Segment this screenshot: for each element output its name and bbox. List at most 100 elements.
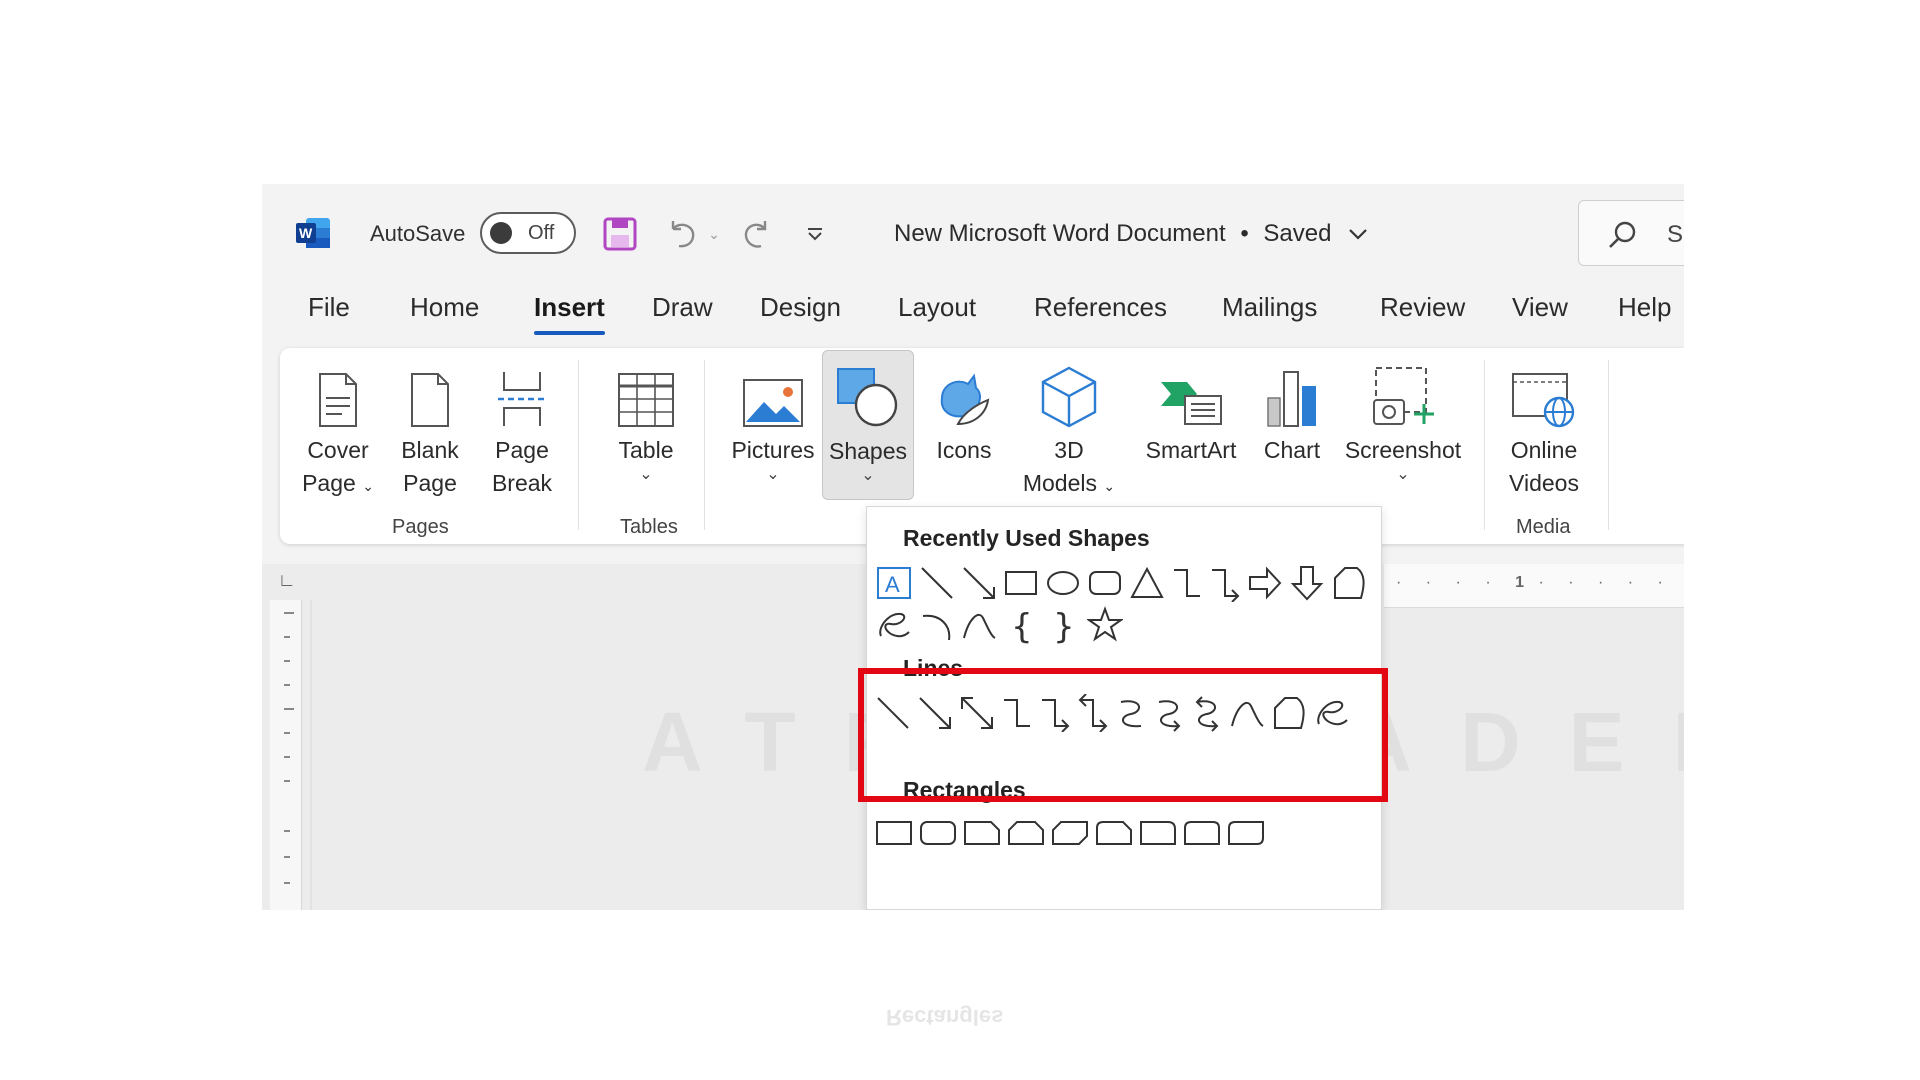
tab-insert[interactable]: Insert bbox=[534, 292, 605, 335]
round-single-corner-icon[interactable] bbox=[1139, 818, 1177, 848]
undo-dropdown-icon[interactable]: ⌄ bbox=[704, 214, 724, 254]
save-status: Saved bbox=[1263, 220, 1332, 247]
arrow-line-icon[interactable] bbox=[961, 564, 997, 602]
pictures-button[interactable]: Pictures ⌄ bbox=[724, 356, 822, 487]
round-diagonal-icon[interactable] bbox=[1227, 818, 1265, 848]
freeform-icon[interactable] bbox=[1331, 564, 1367, 602]
shapes-label: Shapes bbox=[828, 438, 907, 464]
screenshot-button[interactable]: Screenshot ⌄ bbox=[1336, 356, 1470, 487]
rounded-rectangle-icon[interactable] bbox=[1087, 564, 1123, 602]
3d-models-button[interactable]: 3D Models ⌄ bbox=[1014, 356, 1124, 503]
smartart-button[interactable]: SmartArt bbox=[1136, 356, 1246, 467]
group-separator bbox=[1484, 360, 1485, 530]
group-separator bbox=[1608, 360, 1609, 530]
right-brace-icon[interactable]: } bbox=[1045, 606, 1081, 644]
recent-shapes-row-1: A bbox=[875, 563, 1367, 603]
rounded-rectangle-icon[interactable] bbox=[919, 818, 957, 848]
icons-icon bbox=[926, 356, 1002, 434]
shapes-button[interactable]: Shapes ⌄ bbox=[822, 350, 914, 500]
left-brace-icon[interactable]: { bbox=[1003, 606, 1039, 644]
ruler-tick bbox=[284, 882, 290, 884]
chart-label: Chart bbox=[1263, 437, 1321, 463]
round-same-side-icon[interactable] bbox=[1183, 818, 1221, 848]
page-break-button[interactable]: Page Break bbox=[484, 356, 560, 500]
recent-shapes-heading: Recently Used Shapes bbox=[903, 525, 1150, 551]
snip-single-corner-icon[interactable] bbox=[963, 818, 1001, 848]
tab-mailings[interactable]: Mailings bbox=[1222, 292, 1317, 323]
snip-round-icon[interactable] bbox=[1095, 818, 1133, 848]
tab-file[interactable]: File bbox=[308, 292, 350, 323]
tab-layout[interactable]: Layout bbox=[898, 292, 976, 323]
tab-review[interactable]: Review bbox=[1380, 292, 1465, 323]
ruler-ticks: · · · · 1 · · · · · · · · bbox=[1396, 574, 1684, 591]
document-title[interactable]: New Microsoft Word Document • Saved bbox=[894, 220, 1368, 248]
cover-page-label-1: Cover bbox=[307, 437, 369, 463]
table-icon bbox=[606, 356, 686, 434]
chart-button[interactable]: Chart bbox=[1256, 356, 1328, 467]
online-videos-label-2: Videos bbox=[1509, 470, 1579, 496]
oval-icon[interactable] bbox=[1045, 564, 1081, 602]
tab-view[interactable]: View bbox=[1512, 292, 1568, 323]
text-box-icon[interactable]: A bbox=[875, 564, 913, 602]
word-icon[interactable]: W bbox=[296, 216, 332, 250]
elbow-arrow-connector-icon[interactable] bbox=[1209, 564, 1241, 602]
3d-models-icon bbox=[1014, 356, 1124, 434]
rectangle-icon[interactable] bbox=[1003, 564, 1039, 602]
snip-diagonal-icon[interactable] bbox=[1051, 818, 1089, 848]
elbow-connector-icon[interactable] bbox=[1171, 564, 1203, 602]
cover-page-button[interactable]: Cover Page ⌄ bbox=[298, 356, 378, 503]
search-box[interactable]: S bbox=[1578, 200, 1684, 266]
tab-design[interactable]: Design bbox=[760, 292, 841, 323]
tab-references[interactable]: References bbox=[1034, 292, 1167, 323]
page-break-label-1: Page bbox=[495, 437, 549, 463]
chevron-down-icon: ⌄ bbox=[1396, 466, 1410, 483]
triangle-icon[interactable] bbox=[1129, 564, 1165, 602]
tab-draw[interactable]: Draw bbox=[652, 292, 713, 323]
line-icon[interactable] bbox=[919, 564, 955, 602]
chevron-down-icon bbox=[1348, 220, 1368, 248]
title-separator: • bbox=[1240, 220, 1249, 247]
blank-page-button[interactable]: Blank Page bbox=[394, 356, 466, 500]
rectangles-row bbox=[875, 813, 1265, 853]
save-icon[interactable] bbox=[600, 214, 640, 254]
snip-same-side-icon[interactable] bbox=[1007, 818, 1045, 848]
lines-highlight-box bbox=[858, 668, 1388, 802]
down-arrow-icon[interactable] bbox=[1289, 564, 1325, 602]
smartart-icon bbox=[1136, 356, 1246, 434]
icons-button[interactable]: Icons bbox=[926, 356, 1002, 467]
cover-page-label-2-text: Page bbox=[302, 470, 356, 496]
svg-text:}: } bbox=[1053, 607, 1075, 644]
right-arrow-icon[interactable] bbox=[1247, 564, 1283, 602]
tab-help[interactable]: Help bbox=[1618, 292, 1671, 323]
curve-icon[interactable] bbox=[961, 606, 997, 644]
tab-selector-icon[interactable]: ∟ bbox=[278, 570, 296, 591]
ruler-tick bbox=[284, 830, 290, 832]
redo-icon[interactable] bbox=[738, 214, 778, 254]
ruler-tick bbox=[284, 756, 290, 758]
scribble-icon[interactable] bbox=[875, 606, 913, 644]
online-videos-button[interactable]: Online Videos bbox=[1494, 356, 1594, 500]
title-bar: W AutoSave Off ⌄ New Microsoft Word Docu… bbox=[262, 184, 1684, 280]
tab-home[interactable]: Home bbox=[410, 292, 479, 323]
arc-icon[interactable] bbox=[919, 606, 955, 644]
svg-text:A: A bbox=[885, 572, 900, 597]
ruler-tick bbox=[284, 612, 294, 614]
3d-models-label-2-text: Models bbox=[1022, 470, 1098, 496]
rectangle-icon[interactable] bbox=[875, 818, 913, 848]
group-label-pages: Pages bbox=[392, 516, 449, 538]
ruler-tick bbox=[284, 636, 290, 638]
autosave-toggle[interactable]: Off bbox=[480, 212, 576, 254]
blank-page-label-2: Page bbox=[403, 470, 457, 496]
chart-icon bbox=[1256, 356, 1328, 434]
undo-icon[interactable] bbox=[662, 214, 702, 254]
star-icon[interactable] bbox=[1087, 606, 1123, 644]
horizontal-ruler: · · · · 1 · · · · · · · · bbox=[1384, 564, 1684, 608]
cover-page-label-2: Page ⌄ bbox=[298, 467, 378, 503]
customize-toolbar-icon[interactable] bbox=[800, 214, 830, 254]
ruler-marker: 1 bbox=[1515, 574, 1524, 591]
word-window: W AutoSave Off ⌄ New Microsoft Word Docu… bbox=[262, 184, 1684, 910]
ruler-tick bbox=[284, 660, 290, 662]
reflection-text: Rectangles bbox=[886, 1005, 1004, 1030]
toggle-knob bbox=[490, 222, 512, 244]
table-button[interactable]: Table ⌄ bbox=[606, 356, 686, 487]
